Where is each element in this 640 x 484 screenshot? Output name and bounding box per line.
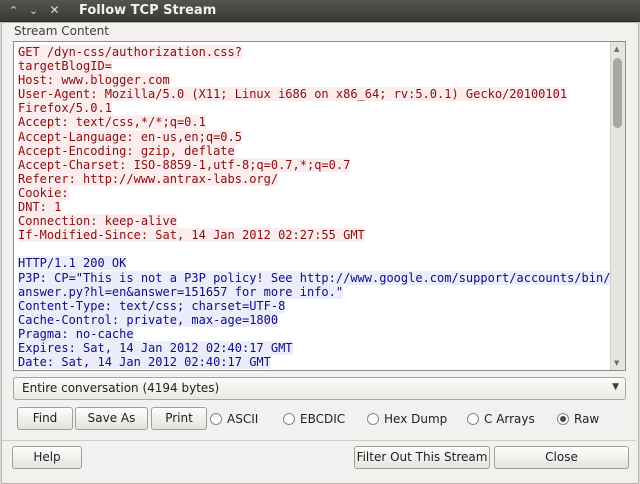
radio-circle-checked	[557, 413, 569, 425]
server-line: Pragma: no-cache	[18, 326, 134, 341]
conversation-select-value: Entire conversation (4194 bytes)	[22, 381, 220, 395]
chevron-up-icon[interactable]: ⌃	[6, 3, 21, 18]
scroll-down-arrow-icon[interactable]: ▼	[614, 359, 619, 367]
close-icon[interactable]: ✕	[47, 3, 62, 18]
radio-circle	[467, 413, 479, 425]
filter-out-stream-button[interactable]: Filter Out This Stream	[354, 446, 490, 469]
server-line: P3P: CP="This is not a P3P policy! See h…	[18, 270, 611, 285]
scroll-up-arrow-icon[interactable]: ▲	[614, 45, 619, 53]
window-title: Follow TCP Stream	[79, 3, 217, 18]
format-radio-raw[interactable]: Raw	[557, 411, 599, 427]
conversation-select[interactable]: Entire conversation (4194 bytes) ▼	[13, 377, 626, 400]
stream-text-area[interactable]: GET /dyn-css/authorization.css? targetBl…	[13, 41, 626, 371]
format-radio-ascii[interactable]: ASCII	[210, 411, 258, 427]
scrollbar-thumb[interactable]	[613, 58, 622, 128]
radio-circle	[367, 413, 379, 425]
radio-label: Raw	[574, 412, 600, 426]
server-line: HTTP/1.1 200 OK	[18, 256, 127, 271]
client-line: Accept: text/css,*/*;q=0.1	[18, 115, 206, 130]
client-line: Cookie:	[18, 185, 69, 200]
client-line: Firefox/5.0.1	[18, 101, 112, 116]
find-button[interactable]: Find	[17, 407, 73, 430]
server-line: answer.py?hl=en&answer=151657 for more i…	[18, 284, 344, 299]
client-line: GET /dyn-css/authorization.css?	[18, 45, 242, 59]
server-line: Date: Sat, 14 Jan 2012 02:40:17 GMT	[18, 355, 271, 370]
server-line: Expires: Sat, 14 Jan 2012 02:40:17 GMT	[18, 340, 293, 355]
radio-label: EBCDIC	[300, 412, 346, 426]
client-line: targetBlogID=	[18, 59, 112, 74]
client-line: User-Agent: Mozilla/5.0 (X11; Linux i686…	[18, 87, 568, 102]
radio-circle	[283, 413, 295, 425]
client-line: Connection: keep-alive	[18, 214, 177, 229]
client-line: Host: www.blogger.com	[18, 73, 170, 88]
radio-label: ASCII	[227, 412, 259, 426]
footer-separator	[2, 440, 636, 441]
format-radio-c-arrays[interactable]: C Arrays	[467, 411, 535, 427]
title-bar: ⌃ ⌄ ✕ Follow TCP Stream	[0, 0, 640, 22]
print-button[interactable]: Print	[151, 407, 207, 430]
help-button[interactable]: Help	[12, 446, 82, 469]
client-line: DNT: 1	[18, 200, 62, 215]
close-button[interactable]: Close	[494, 446, 629, 469]
client-line: Accept-Encoding: gzip, deflate	[18, 143, 235, 158]
client-line: Accept-Charset: ISO-8859-1,utf-8;q=0.7,*…	[18, 157, 351, 172]
vertical-scrollbar[interactable]: ▲ ▼	[610, 42, 625, 370]
save-as-button[interactable]: Save As	[75, 407, 148, 430]
client-line: Referer: http://www.antrax-labs.org/	[18, 171, 279, 186]
client-line: If-Modified-Since: Sat, 14 Jan 2012 02:2…	[18, 228, 365, 243]
server-line: Cache-Control: private, max-age=1800	[18, 312, 279, 327]
format-radio-hex-dump[interactable]: Hex Dump	[367, 411, 447, 427]
stream-content-label: Stream Content	[14, 24, 109, 38]
radio-label: C Arrays	[484, 412, 535, 426]
dropdown-arrow-icon: ▼	[612, 382, 619, 392]
server-line: Content-Type: text/css; charset=UTF-8	[18, 298, 286, 313]
radio-circle	[210, 413, 222, 425]
radio-label: Hex Dump	[384, 412, 448, 426]
stream-lines: GET /dyn-css/authorization.css? targetBl…	[18, 45, 611, 370]
client-line: Accept-Language: en-us,en;q=0.5	[18, 129, 242, 144]
format-radio-ebcdic[interactable]: EBCDIC	[283, 411, 345, 427]
chevron-down-icon[interactable]: ⌄	[26, 3, 41, 18]
